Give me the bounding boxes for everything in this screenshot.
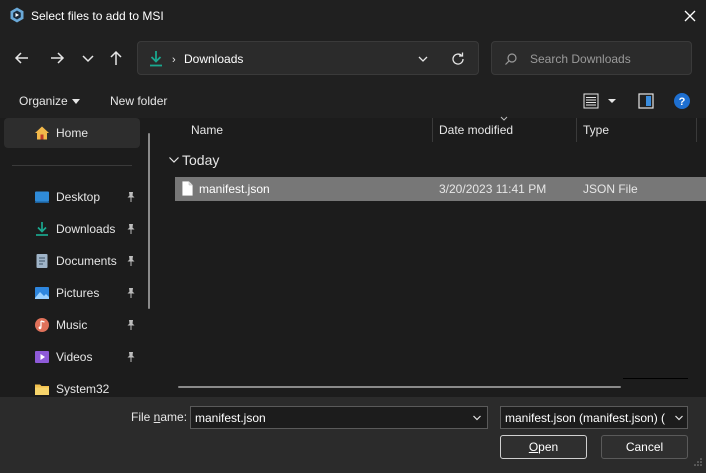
downloads-icon [150, 51, 162, 67]
scrollbar-track-end [623, 378, 688, 379]
open-button[interactable]: Open [500, 435, 587, 459]
sidebar-item-videos[interactable]: Videos [0, 342, 140, 372]
navigation-bar: › Downloads [0, 31, 706, 84]
search-box[interactable] [491, 41, 692, 75]
window-title: Select files to add to MSI [31, 9, 164, 23]
group-collapse-chevron-icon [169, 157, 179, 163]
file-name-dropdown-chevron-icon[interactable] [472, 414, 482, 422]
search-icon [505, 53, 517, 65]
column-header-type[interactable]: Type [577, 118, 697, 142]
pictures-icon [35, 287, 49, 299]
sidebar-divider [12, 165, 132, 166]
pin-icon[interactable] [125, 223, 137, 235]
sidebar-item-pictures[interactable]: Pictures [0, 278, 140, 308]
sidebar-item-label: Videos [56, 350, 93, 364]
sidebar-item-label: Desktop [56, 190, 101, 204]
sidebar-item-label: Downloads [56, 222, 116, 236]
details-view-icon[interactable] [582, 92, 600, 110]
refresh-icon[interactable] [450, 51, 466, 67]
file-type-dropdown-chevron-icon[interactable] [674, 414, 684, 422]
cancel-button[interactable]: Cancel [601, 435, 688, 459]
back-arrow-icon[interactable] [11, 47, 33, 69]
organize-menu-button[interactable]: Organize [19, 94, 80, 108]
column-header-label: Name [191, 123, 224, 137]
file-type-select[interactable]: manifest.json (manifest.json) (r [500, 406, 688, 429]
file-icon [182, 181, 193, 196]
file-row-manifest-json[interactable]: manifest.json 3/20/2023 11:41 PM JSON Fi… [175, 177, 706, 201]
group-header-today[interactable]: Today [168, 152, 219, 168]
pin-icon[interactable] [125, 255, 137, 267]
forward-arrow-icon[interactable] [46, 47, 68, 69]
up-arrow-icon[interactable] [105, 47, 127, 69]
open-button-label: pen [538, 440, 559, 454]
help-icon[interactable]: ? [673, 92, 691, 110]
file-type-selected-value: manifest.json (manifest.json) (r [505, 411, 665, 425]
sidebar-item-home[interactable]: Home [4, 118, 140, 148]
sidebar-item-desktop[interactable]: Desktop [0, 182, 140, 212]
sidebar-scrollbar[interactable] [148, 133, 150, 309]
breadcrumb-separator-icon[interactable]: › [172, 54, 176, 66]
pin-icon[interactable] [125, 319, 137, 331]
folder-icon [35, 384, 49, 395]
pin-icon[interactable] [125, 287, 137, 299]
column-separator[interactable] [696, 118, 697, 142]
file-name-label-part: ame: [160, 410, 188, 424]
sidebar-item-music[interactable]: Music [0, 310, 140, 340]
file-name-label: File name: [131, 410, 187, 424]
sidebar-item-downloads[interactable]: Downloads [0, 214, 140, 244]
sidebar-item-documents[interactable]: Documents [0, 246, 140, 276]
horizontal-scrollbar[interactable] [178, 386, 621, 388]
breadcrumb-downloads[interactable]: Downloads [184, 52, 243, 66]
sidebar-item-label: Pictures [56, 286, 100, 300]
view-options-chevron-icon[interactable] [605, 92, 619, 110]
sidebar-item-label: Music [56, 318, 88, 332]
file-list-pane: Name Date modified Type Today manifest.j… [160, 116, 706, 397]
music-icon [35, 318, 49, 332]
file-name: manifest.json [199, 182, 270, 196]
navigation-pane: Home Desktop Downloads Documents Picture… [0, 118, 160, 397]
command-bar: Organize New folder ? [0, 84, 706, 118]
open-button-accelerator: O [528, 440, 539, 454]
organize-dropdown-caret-icon [71, 99, 80, 105]
videos-icon [35, 351, 49, 363]
column-header-label: Type [583, 123, 610, 137]
close-icon[interactable] [676, 3, 704, 29]
address-dropdown-chevron-icon[interactable] [416, 53, 430, 65]
file-name-input[interactable] [195, 410, 465, 426]
organize-label: Organize [19, 94, 68, 108]
home-icon [35, 126, 49, 140]
file-name-label-part: File [131, 410, 154, 424]
desktop-icon [35, 191, 49, 203]
pin-icon[interactable] [125, 351, 137, 363]
sidebar-item-label: System32 [56, 382, 110, 396]
app-logo-icon [10, 7, 24, 23]
new-folder-button[interactable]: New folder [110, 94, 167, 108]
title-bar: Select files to add to MSI [0, 0, 706, 31]
file-type: JSON File [583, 182, 638, 196]
dialog-footer: File name: manifest.json (manifest.json)… [0, 397, 706, 473]
address-bar[interactable]: › Downloads [137, 41, 479, 75]
file-date-modified: 3/20/2023 11:41 PM [439, 182, 547, 196]
pin-icon[interactable] [125, 191, 137, 203]
sidebar-item-label: Documents [56, 254, 117, 268]
column-header-name[interactable]: Name [160, 118, 432, 142]
recent-locations-chevron-icon[interactable] [77, 47, 99, 69]
svg-text:?: ? [679, 96, 686, 108]
documents-icon [36, 254, 48, 268]
column-header-date-modified[interactable]: Date modified [433, 118, 576, 142]
preview-pane-icon[interactable] [637, 92, 655, 110]
downloads-icon [36, 222, 48, 236]
column-header-label: Date modified [439, 123, 514, 137]
group-header-label: Today [182, 152, 220, 168]
file-name-combobox[interactable] [190, 406, 488, 429]
sidebar-item-label: Home [56, 126, 89, 140]
resize-grip-icon[interactable] [693, 457, 703, 467]
search-input[interactable] [530, 50, 686, 68]
